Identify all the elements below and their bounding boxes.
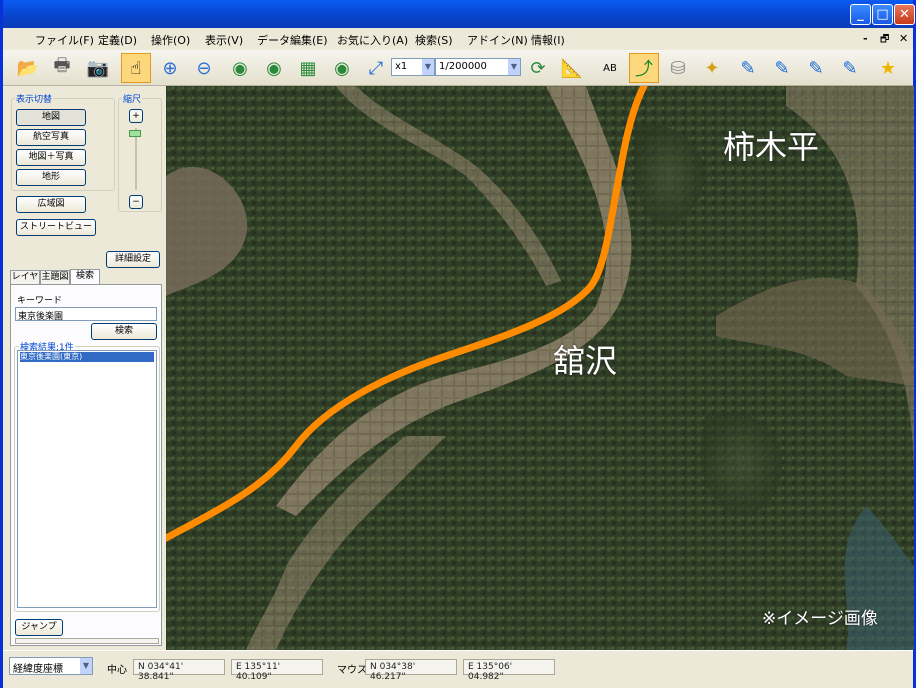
zoom-slider-track[interactable] <box>135 128 137 190</box>
zoom-in-icon[interactable]: ⊕ <box>155 53 185 83</box>
label-icon[interactable]: AB <box>595 53 625 83</box>
close-button[interactable]: ✕ <box>894 4 915 25</box>
favorite-star-icon[interactable]: ★ <box>873 53 903 83</box>
center-label: 中心 <box>107 665 127 676</box>
status-bar: 経緯度座標 ▼ 中心 N 034°41' 38.841" E 135°11' 40… <box>3 650 913 688</box>
minimize-button[interactable]: _ <box>850 4 871 25</box>
zoom-minus-button[interactable]: − <box>129 195 143 209</box>
tab-thematic[interactable]: 主題図 <box>40 270 70 285</box>
menu-file[interactable]: ファイル(F) <box>35 32 94 48</box>
menu-favorites[interactable]: お気に入り(A) <box>337 32 408 48</box>
place-label-kakinokidaira: 柿木平 <box>723 128 820 166</box>
zoom-slider-thumb[interactable] <box>129 130 141 137</box>
folder-open-icon[interactable]: 📂 <box>13 53 43 83</box>
menu-view[interactable]: 表示(V) <box>205 32 243 48</box>
edit-1-icon[interactable]: ✎ <box>733 53 763 83</box>
mouse-longitude: E 135°06' 04.982" <box>463 659 555 682</box>
route-icon[interactable]: ⤴ <box>629 53 659 83</box>
edit-4-icon[interactable]: ✎ <box>835 53 865 83</box>
map-aerial-button[interactable]: 地図＋写真 <box>16 149 86 166</box>
image-note: ※イメージ画像 <box>762 609 878 629</box>
place-label-tatezawa: 舘沢 <box>553 342 618 380</box>
coord-system-select[interactable]: 経緯度座標 ▼ <box>9 657 93 675</box>
street-view-button[interactable]: ストリートビュー <box>16 219 96 236</box>
mdi-minimize-button[interactable]: - <box>863 32 868 45</box>
printer-icon[interactable]: 🖶 <box>47 53 77 83</box>
mouse-label: マウス <box>337 665 367 676</box>
edit-3-icon[interactable]: ✎ <box>801 53 831 83</box>
menu-bar: ファイル(F) 定義(D) 操作(O) 表示(V) データ編集(E) お気に入り… <box>3 28 913 50</box>
menu-addin[interactable]: アドイン(N) <box>467 32 528 48</box>
ruler-icon[interactable]: 📐 <box>557 53 587 83</box>
tab-search[interactable]: 検索 <box>70 269 100 285</box>
wide-area-button[interactable]: 広域図 <box>16 196 86 213</box>
camera-icon[interactable]: 📷 <box>83 53 113 83</box>
jump-button[interactable]: ジャンプ <box>15 619 63 636</box>
result-item[interactable]: 東京後楽園(東京) <box>20 352 154 362</box>
refresh-icon[interactable]: ⟳ <box>523 53 553 83</box>
keyword-label: キーワード <box>17 296 63 306</box>
maximize-button[interactable]: □ <box>872 4 893 25</box>
toolbar: 📂 🖶 📷 ☝ ⊕ ⊖ ◉ ◉ ▦ ◉ ⤢ x1 ▼ 1/200000 ▼ ⟳ 📐 … <box>3 50 913 86</box>
zoom-plus-button[interactable]: + <box>129 109 143 123</box>
scale-select[interactable]: 1/200000 ▼ <box>435 58 521 76</box>
center-latitude: N 034°41' 38.841" <box>133 659 225 682</box>
chevron-down-icon: ▼ <box>80 658 92 674</box>
zoom-factor-select[interactable]: x1 ▼ <box>391 58 435 76</box>
chevron-down-icon: ▼ <box>508 59 520 75</box>
aerial-imagery <box>166 86 914 650</box>
menu-define[interactable]: 定義(D) <box>98 32 137 48</box>
database-icon[interactable]: ⛁ <box>663 53 693 83</box>
pointer-icon[interactable]: ☝ <box>121 53 151 83</box>
display-group-label: 表示切替 <box>15 92 54 105</box>
menu-info[interactable]: 情報(I) <box>531 32 565 48</box>
zoom-box-icon[interactable]: ⤢ <box>361 53 391 83</box>
sparkle-icon[interactable]: ✦ <box>697 53 727 83</box>
title-bar[interactable]: _ □ ✕ <box>3 0 915 28</box>
map-view-button[interactable]: 地図 <box>16 109 86 126</box>
globe-grid-icon[interactable]: ▦ <box>293 53 323 83</box>
aerial-view-button[interactable]: 航空写真 <box>16 129 86 146</box>
mdi-restore-button[interactable]: 🗗 <box>880 32 889 49</box>
progress-bar <box>15 638 159 644</box>
mdi-close-button[interactable]: ✕ <box>899 32 908 45</box>
globe-tray-icon[interactable]: ◉ <box>327 53 357 83</box>
menu-search[interactable]: 検索(S) <box>415 32 453 48</box>
mouse-latitude: N 034°38' 46.217" <box>365 659 457 682</box>
scale-group-label: 縮尺 <box>122 92 143 105</box>
app-window: _ □ ✕ ファイル(F) 定義(D) 操作(O) 表示(V) データ編集(E)… <box>0 0 916 688</box>
tab-layer[interactable]: レイヤ <box>10 270 40 285</box>
globe-add-icon[interactable]: ◉ <box>259 53 289 83</box>
center-longitude: E 135°11' 40.109" <box>231 659 323 682</box>
aerial-map[interactable]: 柿木平 舘沢 ※イメージ画像 <box>166 86 914 650</box>
search-button[interactable]: 検索 <box>91 323 157 340</box>
left-panel: 表示切替 地図 航空写真 地図＋写真 地形 広域図 ストリートビュー 縮尺 + … <box>8 88 164 648</box>
chevron-down-icon: ▼ <box>422 59 434 75</box>
globe-pin-icon[interactable]: ◉ <box>225 53 255 83</box>
keyword-input[interactable]: 東京後楽園 <box>15 307 157 322</box>
terrain-view-button[interactable]: 地形 <box>16 169 86 186</box>
menu-data-edit[interactable]: データ編集(E) <box>257 32 328 48</box>
results-list[interactable]: 東京後楽園(東京) <box>17 350 157 608</box>
detail-settings-button[interactable]: 詳細設定 <box>106 251 160 268</box>
search-tab-panel: キーワード 東京後楽園 検索 検索結果:1件 東京後楽園(東京) ジャンプ <box>10 284 162 646</box>
zoom-out-icon[interactable]: ⊖ <box>189 53 219 83</box>
menu-operation[interactable]: 操作(O) <box>151 32 190 48</box>
edit-2-icon[interactable]: ✎ <box>767 53 797 83</box>
